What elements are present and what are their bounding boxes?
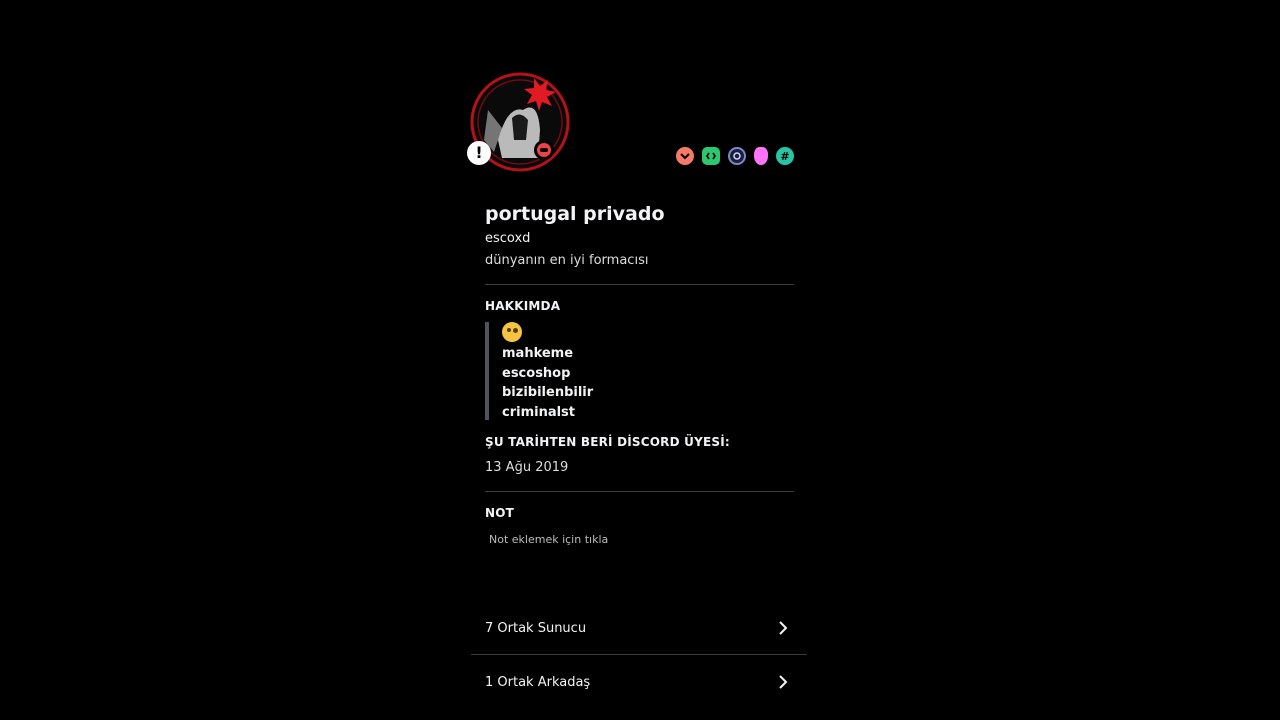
dnd-status-icon [534,140,554,160]
divider [471,654,807,655]
mutual-servers-row[interactable]: 7 Ortak Sunucu [471,602,807,654]
about-line: mahkeme [502,346,574,361]
display-name: portugal privado [485,203,665,225]
divider [485,284,794,285]
nitro-gem-badge-icon[interactable] [754,147,768,165]
note-title: NOT [485,506,515,520]
about-title: HAKKIMDA [485,299,561,313]
about-line: escoshop [502,365,571,381]
active-developer-badge-icon[interactable] [702,147,720,165]
divider [485,491,794,492]
avatar[interactable]: ! [467,70,572,174]
custom-status: dünyanın en iyi formacısı [485,253,649,268]
mutual-friends-label: 1 Ortak Arkadaş [485,674,591,690]
about-me-block: mahkeme escoshop bizibilenbilir criminal… [485,322,785,420]
zany-face-emoji-icon [502,322,522,342]
username: escoxd [485,231,531,246]
note-input[interactable]: Not eklemek için tıkla [489,533,608,546]
member-since-title: ŞU TARİHTEN BERİ DİSCORD ÜYESİ: [485,435,730,449]
mutual-servers-label: 7 Ortak Sunucu [485,620,587,636]
heart-badge-icon[interactable] [676,147,694,165]
alert-icon: ! [467,141,491,165]
about-line: criminalst [502,404,576,420]
member-since-date: 13 Ağu 2019 [485,460,569,475]
mutual-friends-row[interactable]: 1 Ortak Arkadaş [471,656,807,708]
user-profile-panel: ! # portugal privado escoxd dünyanın en … [467,0,807,720]
about-line: bizibilenbilir [502,385,594,400]
quest-badge-icon[interactable] [728,147,746,165]
badge-list: # [676,146,794,166]
chevron-right-icon [779,621,788,635]
hashtag-badge-icon[interactable]: # [776,147,794,165]
chevron-right-icon [779,675,788,689]
